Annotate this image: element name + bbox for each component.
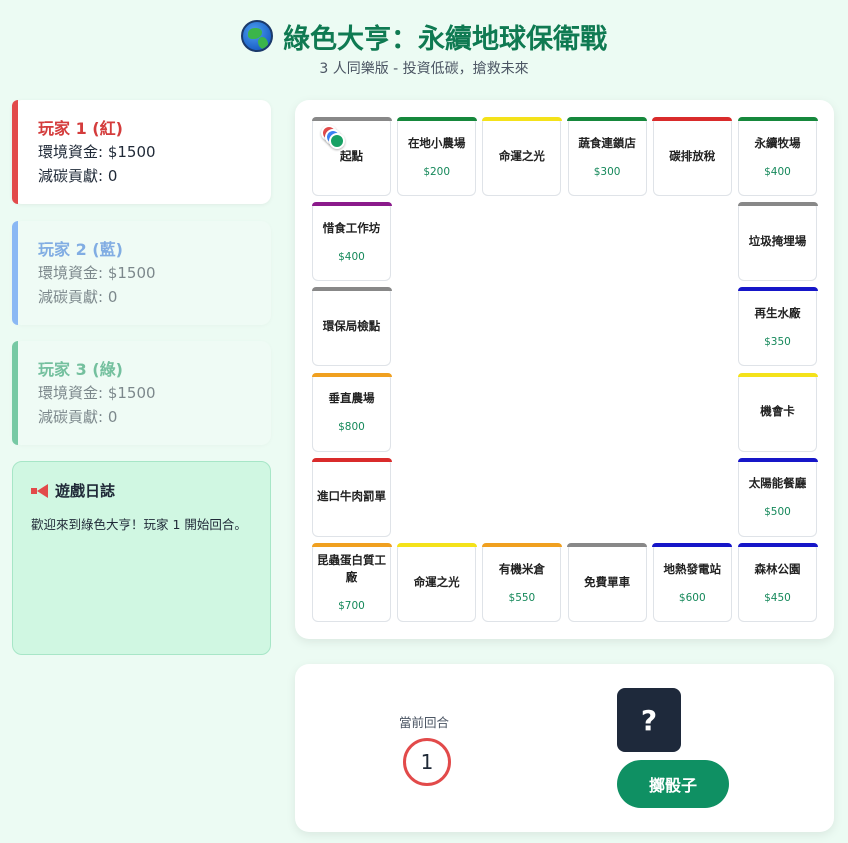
- dice: ?: [617, 688, 681, 752]
- board-cell: 森林公園 $450: [737, 543, 818, 622]
- player-name: 玩家 3 (綠): [38, 360, 123, 379]
- board-cell-name: 機會卡: [760, 404, 795, 419]
- player-funds: 環境資金: $1500: [38, 143, 156, 161]
- board-cell-price: $200: [423, 165, 451, 178]
- board-cell: 環保局檢點: [311, 287, 392, 367]
- game-log-text: 歡迎來到綠色大亨！玩家 1 開始回合。: [31, 517, 247, 532]
- round-indicator: 1: [403, 738, 451, 786]
- game-subtitle: 3 人同樂版 - 投資低碳，搶救未來: [319, 61, 529, 77]
- board-cell: 碳排放稅: [652, 117, 733, 196]
- board-cell-price: $500: [764, 506, 791, 519]
- board-cell-price: $700: [338, 600, 365, 612]
- board-cell: 惜食工作坊 $400: [311, 202, 392, 282]
- player-card-2: 玩家 2 (藍) 環境資金: $1500 減碳貢獻: 0: [12, 221, 271, 325]
- board-cell: 垂直農場 $800: [311, 372, 392, 452]
- board-cell: 進口牛肉罰單: [311, 457, 392, 537]
- board-cell: 地熱發電站 $600: [652, 543, 733, 622]
- board-cell-price: $600: [678, 591, 706, 604]
- player-card-3: 玩家 3 (綠) 環境資金: $1500 減碳貢獻: 0: [12, 341, 271, 445]
- board-cell-name: 碳排放稅: [669, 148, 716, 163]
- game-log-title-text: 遊戲日誌: [55, 482, 116, 500]
- player-name: 玩家 1 (紅): [38, 119, 123, 138]
- player-token: [329, 133, 345, 149]
- board-cell: 命運之光: [396, 543, 477, 622]
- board-cell-name: 命運之光: [498, 148, 545, 163]
- board-cell: 蔬食連鎖店 $300: [567, 117, 648, 196]
- board-cell-price: $400: [338, 250, 365, 263]
- player-name: 玩家 2 (藍): [38, 240, 123, 259]
- board-cell-name: 環保局檢點: [322, 318, 381, 333]
- game-log-title: 遊戲日誌: [31, 480, 252, 501]
- player-reduction: 減碳貢獻: 0: [38, 408, 118, 426]
- game-board: 起點 在地小農場 $200 命運之光 蔬食連鎖店 $300 碳排放稅 永續牧場 $400 垃圾掩埋…: [295, 100, 834, 639]
- board-cell: 機會卡: [737, 372, 818, 452]
- board-cell-price: $400: [764, 165, 791, 178]
- board-cell: 昆蟲蛋白質工廠 $700: [311, 543, 392, 622]
- game-title: 綠色大亨：永續地球保衛戰: [0, 16, 848, 56]
- board-cell-price: $550: [508, 591, 536, 604]
- board-cell-name: 再生水廠: [754, 305, 801, 320]
- board-cell-price: $300: [593, 165, 621, 178]
- board-cell: 有機米倉 $550: [481, 543, 562, 622]
- board-cell-name: 進口牛肉罰單: [317, 489, 386, 504]
- megaphone-icon: [31, 484, 49, 498]
- board-cell-name: 免費單車: [584, 574, 631, 589]
- board-cell: 命運之光: [481, 117, 562, 196]
- player-funds: 環境資金: $1500: [38, 384, 156, 402]
- board-cell: 免費單車: [567, 543, 648, 622]
- board-cell-name: 森林公園: [754, 561, 801, 576]
- globe-icon: [241, 20, 273, 52]
- board-cell-name: 垃圾掩埋場: [748, 233, 807, 248]
- board-cell-name: 永續牧場: [754, 135, 801, 150]
- player-reduction: 減碳貢獻: 0: [38, 288, 118, 306]
- board-cell: 永續牧場 $400: [737, 117, 818, 196]
- board-cell-name: 蔬食連鎖店: [578, 135, 636, 150]
- game-log: 遊戲日誌 歡迎來到綠色大亨！玩家 1 開始回合。: [12, 461, 271, 655]
- board-cell-name: 地熱發電站: [663, 561, 722, 576]
- game-title-text: 綠色大亨：永續地球保衛戰: [283, 23, 607, 55]
- board-cell: 再生水廠 $350: [737, 287, 818, 367]
- board-cell-name: 起點: [340, 148, 363, 163]
- board-cell: 太陽能餐廳 $500: [737, 457, 818, 537]
- player-reduction: 減碳貢獻: 0: [38, 167, 118, 185]
- round-label: 當前回合: [399, 715, 450, 730]
- header: 綠色大亨：永續地球保衛戰 3 人同樂版 - 投資低碳，搶救未來: [0, 16, 848, 78]
- board-cell: 在地小農場 $200: [396, 117, 477, 196]
- board-cell: 起點: [311, 117, 392, 196]
- board-cell-name: 垂直農場: [328, 391, 375, 406]
- player-funds: 環境資金: $1500: [38, 264, 156, 282]
- board-cell-price: $450: [764, 591, 791, 604]
- board-cell-name: 昆蟲蛋白質工廠: [317, 553, 386, 584]
- board-cell-name: 在地小農場: [407, 135, 466, 150]
- board-cell-price: $800: [338, 421, 365, 434]
- board-cell: 垃圾掩埋場: [737, 202, 818, 282]
- control-panel: 當前回合 1 ? 擲骰子: [295, 664, 834, 832]
- board-cell-name: 有機米倉: [498, 561, 545, 576]
- board-cell-name: 命運之光: [413, 574, 460, 589]
- board-cell-name: 惜食工作坊: [322, 220, 381, 235]
- board-cell-name: 太陽能餐廳: [748, 476, 807, 491]
- player-card-1: 玩家 1 (紅) 環境資金: $1500 減碳貢獻: 0: [12, 100, 271, 204]
- board-cell-price: $350: [764, 335, 791, 348]
- roll-dice-button[interactable]: 擲骰子: [617, 760, 729, 808]
